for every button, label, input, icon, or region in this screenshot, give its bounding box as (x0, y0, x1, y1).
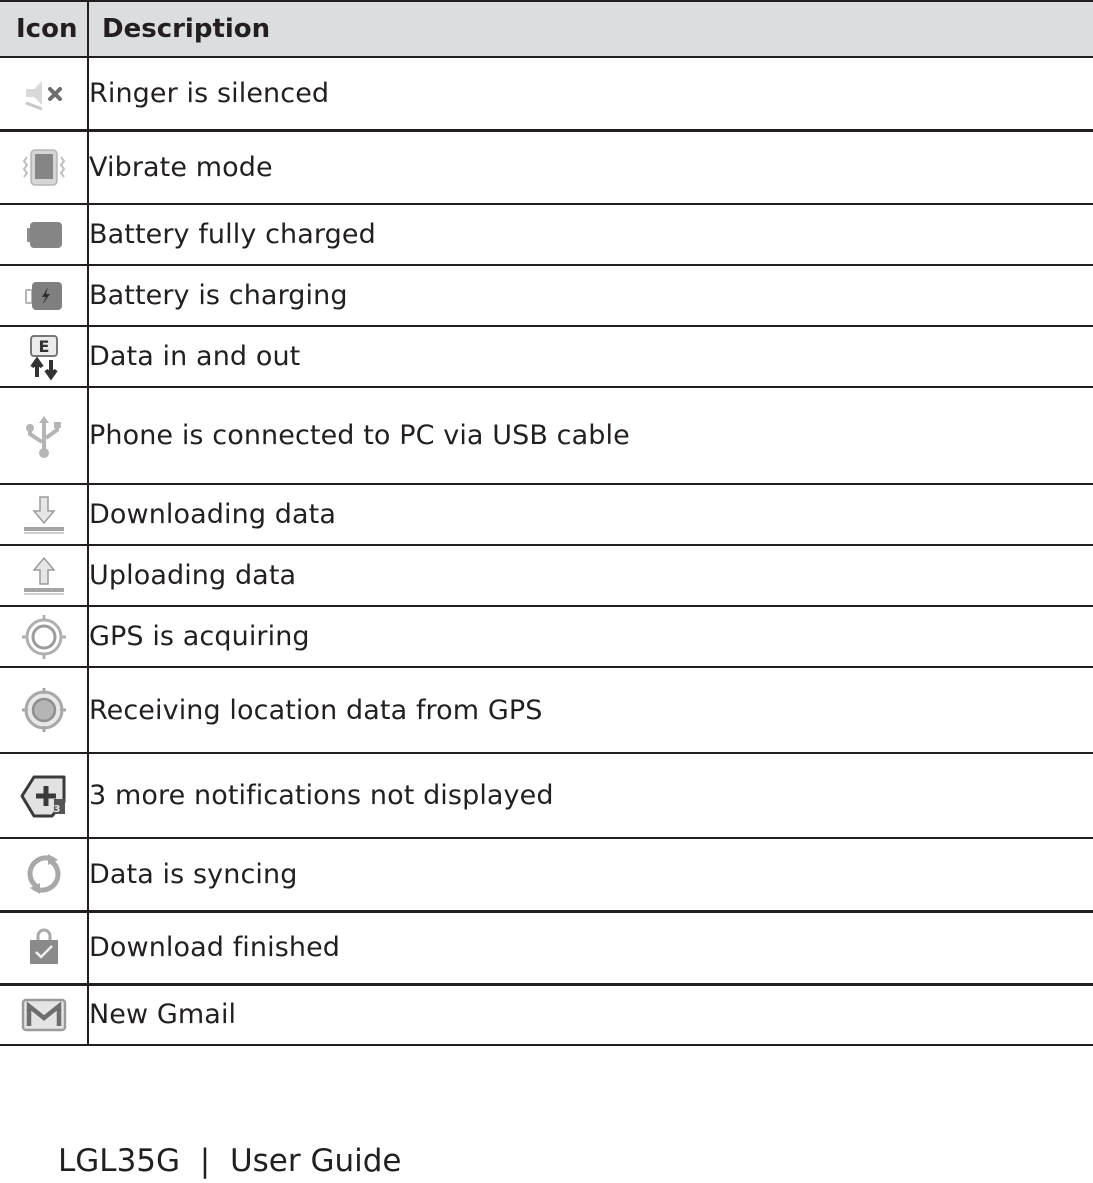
row-description: Phone is connected to PC via USB cable (89, 420, 630, 451)
table-header-row: Icon Description (0, 0, 1093, 58)
vibrate-mode-icon (20, 143, 68, 191)
battery-charging-icon (20, 272, 68, 320)
table-row: 3 3 more notifications not displayed (0, 753, 1093, 838)
sync-icon (20, 850, 68, 898)
table-row: Vibrate mode (0, 130, 1093, 204)
table-row: Battery is charging (0, 265, 1093, 326)
download-icon (20, 491, 68, 539)
usb-icon (20, 412, 68, 460)
row-description: 3 more notifications not displayed (89, 780, 554, 811)
table-row: New Gmail (0, 984, 1093, 1045)
header-icon: Icon (0, 0, 89, 58)
table-row: Download finished (0, 911, 1093, 984)
page-footer: LGL35G | User Guide (58, 1143, 401, 1179)
table-row: E Data in and out (0, 326, 1093, 387)
table-row: Data is syncing (0, 838, 1093, 911)
row-description: Uploading data (89, 560, 297, 591)
row-description: GPS is acquiring (89, 621, 310, 652)
data-network-letter: E (38, 337, 49, 356)
ringer-silenced-icon (20, 69, 68, 117)
table-row: GPS is acquiring (0, 606, 1093, 667)
battery-full-icon (20, 211, 68, 259)
gps-acquiring-icon (20, 613, 68, 661)
row-description: Downloading data (89, 499, 336, 530)
status-icons-table: Icon Description Ringer is silenced Vibr… (0, 0, 1093, 1046)
table-row: Downloading data (0, 484, 1093, 545)
footer-separator: | (199, 1143, 211, 1179)
gps-receiving-icon (20, 686, 68, 734)
footer-model: LGL35G (58, 1143, 181, 1179)
row-description: Data in and out (89, 341, 301, 372)
table-row: Receiving location data from GPS (0, 667, 1093, 753)
table-row: Uploading data (0, 545, 1093, 606)
footer-title: User Guide (229, 1143, 402, 1179)
row-description: Battery fully charged (89, 219, 376, 250)
gmail-icon (20, 991, 68, 1039)
more-notifications-icon: 3 (20, 772, 68, 820)
download-finished-icon (20, 924, 68, 972)
row-description: Vibrate mode (89, 151, 273, 183)
row-description: New Gmail (89, 999, 237, 1031)
table-row: Ringer is silenced (0, 57, 1093, 130)
row-description: Ringer is silenced (89, 77, 330, 109)
table-row: Phone is connected to PC via USB cable (0, 387, 1093, 484)
row-description: Download finished (89, 932, 341, 963)
table-row: Battery fully charged (0, 204, 1093, 265)
data-in-out-icon: E (20, 333, 68, 381)
row-description: Data is syncing (89, 858, 298, 890)
row-description: Receiving location data from GPS (89, 694, 543, 726)
row-description: Battery is charging (89, 280, 348, 311)
upload-icon (20, 552, 68, 600)
header-description: Description (88, 0, 1093, 58)
notification-count-badge: 3 (53, 804, 60, 815)
